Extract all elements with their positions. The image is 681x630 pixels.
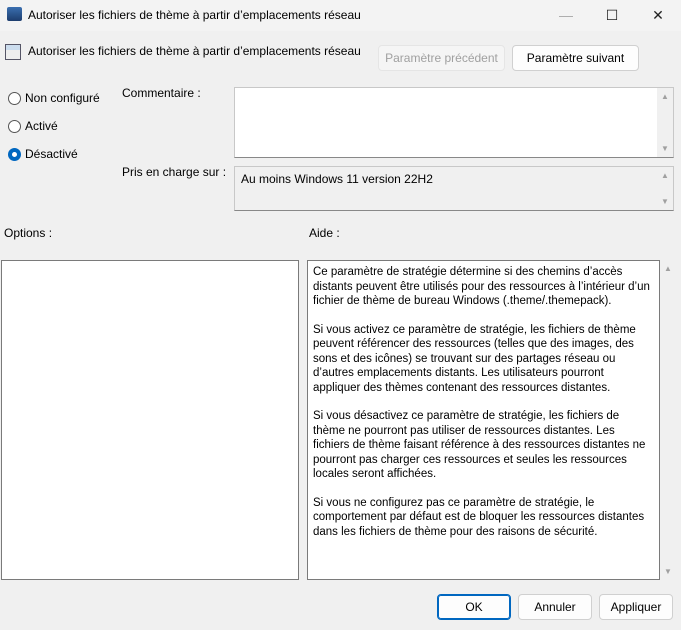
close-button[interactable]: ✕ [635,0,681,30]
scroll-down-icon[interactable]: ▼ [664,567,672,576]
help-panel: Ce paramètre de stratégie détermine si d… [307,260,660,580]
maximize-button[interactable]: ☐ [589,0,635,30]
help-scrollbar[interactable]: ▲ ▼ [660,260,676,580]
radio-label: Désactivé [25,147,78,161]
radio-label: Activé [25,119,58,133]
radio-label: Non configuré [25,91,100,105]
help-paragraph: Si vous ne configurez pas ce paramètre d… [313,496,645,538]
supported-label: Pris en charge sur : [122,165,227,179]
supported-field: Au moins Windows 11 version 22H2 ▲ ▼ [234,166,674,211]
radio-enabled[interactable]: Activé [8,119,58,133]
help-paragraph: Si vous activez ce paramètre de stratégi… [313,323,636,394]
help-paragraph: Ce paramètre de stratégie détermine si d… [313,266,650,307]
ok-button[interactable]: OK [437,594,511,620]
radio-circle[interactable] [8,147,21,161]
policy-icon [5,44,21,60]
radio-circle[interactable] [8,119,21,133]
comment-scrollbar[interactable]: ▲ ▼ [657,88,673,157]
app-icon [7,7,22,21]
cancel-button[interactable]: Annuler [518,594,592,620]
help-paragraph: Si vous désactivez ce paramètre de strat… [313,410,646,480]
scroll-down-icon[interactable]: ▼ [661,197,669,206]
options-panel [1,260,299,580]
apply-button[interactable]: Appliquer [599,594,673,620]
comment-label: Commentaire : [122,86,201,100]
comment-input[interactable]: ▲ ▼ [234,87,674,158]
next-setting-button[interactable]: Paramètre suivant [512,45,639,71]
radio-circle[interactable] [8,91,21,105]
radio-disabled[interactable]: Désactivé [8,147,78,161]
previous-setting-button[interactable]: Paramètre précédent [378,45,505,71]
scroll-down-icon[interactable]: ▼ [661,144,669,153]
help-label: Aide : [309,226,340,240]
scroll-up-icon[interactable]: ▲ [661,171,669,180]
scroll-up-icon[interactable]: ▲ [661,92,669,101]
scroll-up-icon[interactable]: ▲ [664,264,672,273]
radio-not-configured[interactable]: Non configuré [8,91,100,105]
supported-value: Au moins Windows 11 version 22H2 [241,172,433,186]
minimize-button[interactable]: — [543,0,589,30]
policy-name: Autoriser les fichiers de thème à partir… [28,44,361,58]
options-label: Options : [4,226,53,240]
supported-scrollbar[interactable]: ▲ ▼ [657,167,673,210]
window-title: Autoriser les fichiers de thème à partir… [28,8,361,22]
